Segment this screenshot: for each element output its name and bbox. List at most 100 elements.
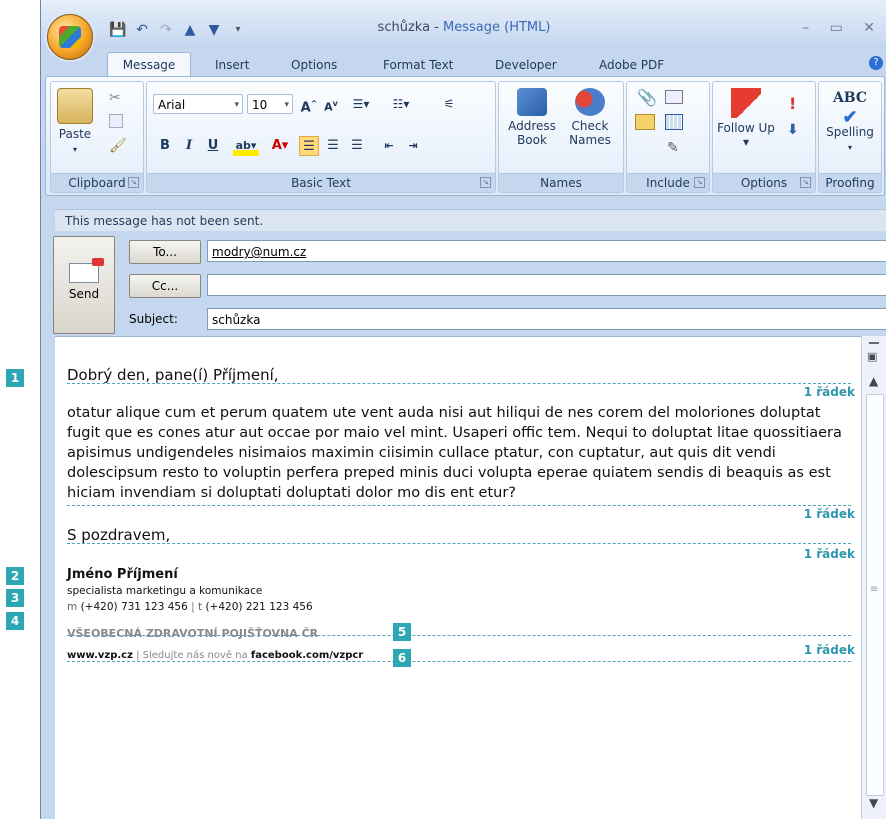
help-icon[interactable]: ? <box>869 56 883 70</box>
phone-separator: | <box>191 601 195 613</box>
line-count-label: 1 řádek <box>803 507 855 521</box>
send-icon <box>69 258 104 283</box>
styles-icon[interactable]: ⚟ <box>439 94 459 114</box>
marker-2: 2 <box>6 567 24 585</box>
cc-button[interactable]: Cc... <box>129 274 201 298</box>
tab-message[interactable]: Message <box>107 52 191 77</box>
rules-icon[interactable]: ▣ <box>867 350 877 363</box>
basic-text-launcher-icon[interactable]: ↘ <box>480 177 491 188</box>
scroll-up-icon[interactable]: ▲ <box>869 374 878 388</box>
line-count-label: 1 řádek <box>803 385 855 399</box>
tab-adobe-pdf[interactable]: Adobe PDF <box>599 58 664 72</box>
signature-name: Jméno Příjmení <box>67 567 178 582</box>
high-importance-icon[interactable]: ! <box>789 94 796 113</box>
facebook-link[interactable]: facebook.com/vzpcr <box>251 650 363 661</box>
attach-item-icon[interactable] <box>665 90 683 104</box>
calendar-icon[interactable] <box>665 114 683 130</box>
names-group: Address Book Check Names Names <box>498 81 624 193</box>
bold-button[interactable]: B <box>155 136 175 156</box>
company-name: VŠEOBECNÁ ZDRAVOTNÍ POJIŠŤOVNA ČR <box>67 627 319 640</box>
phone-label: t <box>197 601 203 613</box>
font-color-icon[interactable]: A▾ <box>267 136 293 156</box>
cc-field[interactable] <box>207 274 886 296</box>
numbering-icon[interactable]: ☷▾ <box>391 94 411 114</box>
app-title: Message (HTML) <box>443 20 551 35</box>
tab-developer[interactable]: Developer <box>495 58 557 72</box>
marker-4: 4 <box>6 612 24 630</box>
marker-1: 1 <box>6 369 24 387</box>
basic-text-group-label: Basic Text <box>147 173 495 192</box>
scroll-down-icon[interactable]: ▼ <box>869 796 878 810</box>
subject-label: Subject: <box>129 312 178 326</box>
vertical-scrollbar[interactable]: ▣ ▲ ≡ ▼ <box>861 336 886 819</box>
signature-phones: m (+420) 731 123 456 | t (+420) 221 123 … <box>67 600 313 614</box>
underline-button[interactable]: U <box>203 136 223 156</box>
closing-text: S pozdravem, <box>67 526 171 544</box>
phone-number: (+420) 221 123 456 <box>205 601 313 613</box>
clipboard-group: Paste ▾ ✂ 🖌 Clipboard ↘ <box>50 81 144 193</box>
outlook-message-window: 💾 ↶ ↷ ▲ ▼ ▾ schůzka - Message (HTML) – ▭… <box>40 0 886 820</box>
increase-indent-icon[interactable]: ⇥ <box>403 136 423 156</box>
check-names-label: Check Names <box>569 119 611 147</box>
cut-icon[interactable]: ✂ <box>109 90 121 106</box>
spelling-button[interactable]: ABC ✔ Spelling ▾ <box>821 88 879 155</box>
paste-button[interactable]: Paste ▾ <box>55 88 95 157</box>
options-launcher-icon[interactable]: ↘ <box>800 177 811 188</box>
include-group: 📎 ✎ Include ↘ <box>626 81 710 193</box>
split-handle-icon[interactable] <box>869 342 879 344</box>
attach-file-icon[interactable]: 📎 <box>637 88 657 107</box>
align-center-button[interactable]: ☰ <box>323 136 343 156</box>
tab-options[interactable]: Options <box>291 58 337 72</box>
follow-up-button[interactable]: Follow Up ▾ <box>717 88 775 149</box>
office-button[interactable] <box>47 14 93 60</box>
paste-icon <box>57 88 93 124</box>
web-separator: | <box>132 650 143 661</box>
check-names-button[interactable]: Check Names <box>563 88 617 147</box>
thumb-grip-icon: ≡ <box>870 584 879 595</box>
address-book-button[interactable]: Address Book <box>505 88 559 147</box>
font-name-select[interactable]: Arial ▾ <box>153 94 243 114</box>
message-body[interactable]: Dobrý den, pane(í) Příjmení, 1 řádek ota… <box>55 336 861 820</box>
business-card-icon[interactable] <box>635 114 655 130</box>
greeting-text: Dobrý den, pane(í) Příjmení, <box>67 366 279 384</box>
signature-icon[interactable]: ✎ <box>667 140 679 156</box>
clipboard-launcher-icon[interactable]: ↘ <box>128 177 139 188</box>
bullets-icon[interactable]: ☰▾ <box>351 94 371 114</box>
not-sent-notice: This message has not been sent. <box>55 209 886 231</box>
scroll-thumb[interactable] <box>866 394 884 796</box>
font-size-value: 10 <box>252 98 268 112</box>
format-painter-icon[interactable]: 🖌 <box>109 138 127 154</box>
website-link[interactable]: www.vzp.cz <box>67 650 133 661</box>
send-label: Send <box>68 287 100 301</box>
decrease-indent-icon[interactable]: ⇤ <box>379 136 399 156</box>
low-importance-icon[interactable]: ⬇ <box>787 122 799 138</box>
tab-insert[interactable]: Insert <box>215 58 249 72</box>
highlight-icon[interactable]: ab▾ <box>233 136 259 156</box>
to-field[interactable]: modry@num.cz <box>207 240 886 262</box>
address-book-icon <box>517 88 547 116</box>
to-button[interactable]: To... <box>129 240 201 264</box>
shrink-font-icon[interactable]: Av <box>321 94 341 114</box>
font-size-select[interactable]: 10 ▾ <box>247 94 293 114</box>
line-guide <box>67 383 851 384</box>
align-right-button[interactable]: ☰ <box>347 136 367 156</box>
align-left-button[interactable]: ☰ <box>299 136 319 156</box>
italic-button[interactable]: I <box>179 136 199 156</box>
basic-text-group: Arial ▾ 10 ▾ A^ Av ☰▾ ☷▾ ⚟ B I U ab▾ A▾ ☰ … <box>146 81 496 193</box>
window-controls[interactable]: – ▭ ✕ <box>802 20 883 36</box>
ribbon: Paste ▾ ✂ 🖌 Clipboard ↘ Arial ▾ 10 ▾ A^ Av … <box>45 76 885 196</box>
window-title: schůzka - Message (HTML) <box>41 20 886 35</box>
grow-font-icon[interactable]: A^ <box>299 94 319 115</box>
title-bar: 💾 ↶ ↷ ▲ ▼ ▾ schůzka - Message (HTML) – ▭… <box>41 0 886 42</box>
line-guide <box>67 543 851 544</box>
send-button[interactable]: Send <box>53 236 115 334</box>
font-dropdown-icon: ▾ <box>234 100 239 110</box>
marker-3: 3 <box>6 589 24 607</box>
options-group: Follow Up ▾ ! ⬇ Options ↘ <box>712 81 816 193</box>
tab-format-text[interactable]: Format Text <box>383 58 453 72</box>
include-launcher-icon[interactable]: ↘ <box>694 177 705 188</box>
copy-icon[interactable] <box>109 114 123 128</box>
marker-6: 6 <box>393 649 411 667</box>
paste-label: Paste <box>58 127 92 141</box>
subject-field[interactable]: schůzka <box>207 308 886 330</box>
